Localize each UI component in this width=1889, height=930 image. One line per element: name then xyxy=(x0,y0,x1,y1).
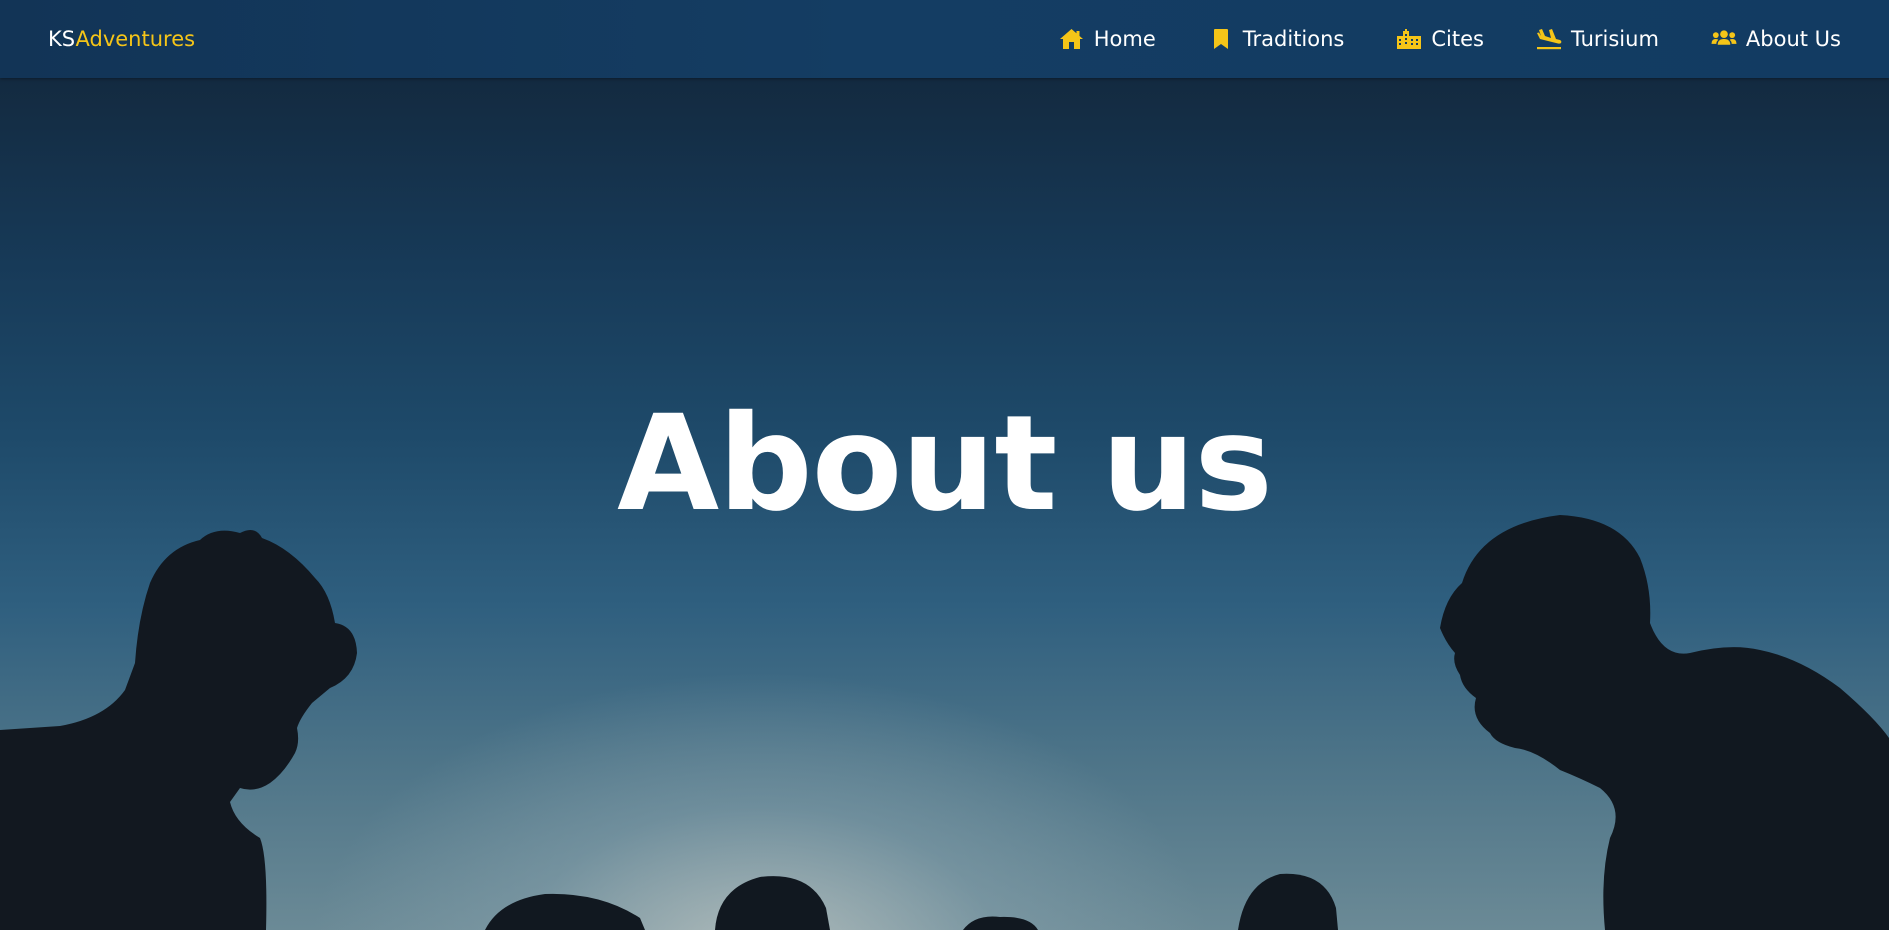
brand-logo[interactable]: KSAdventures xyxy=(48,27,195,51)
bottom-head-2 xyxy=(715,876,830,930)
users-icon xyxy=(1711,27,1737,51)
nav-item-about-us[interactable]: About Us xyxy=(1711,27,1841,51)
plane-arrival-icon xyxy=(1536,27,1562,51)
bottom-head-1 xyxy=(485,893,645,930)
page: KSAdventures Home Traditions Cites Turis… xyxy=(0,0,1889,930)
brand-text-adventures: Adventures xyxy=(75,27,196,51)
home-icon xyxy=(1059,27,1085,51)
brand-text-ks: KS xyxy=(48,27,76,51)
nav-item-home[interactable]: Home xyxy=(1059,27,1156,51)
navbar: KSAdventures Home Traditions Cites Turis… xyxy=(0,0,1889,78)
city-icon xyxy=(1396,27,1422,51)
nav-label-about-us: About Us xyxy=(1745,27,1841,51)
nav-item-traditions[interactable]: Traditions xyxy=(1208,27,1345,51)
nav-menu: Home Traditions Cites Turisium About Us xyxy=(1059,27,1841,51)
hero-section: About us xyxy=(0,78,1889,930)
nav-label-home: Home xyxy=(1093,27,1156,51)
nav-label-turisium: Turisium xyxy=(1570,27,1659,51)
bookmark-icon xyxy=(1208,27,1234,51)
hero-title: About us xyxy=(617,387,1273,541)
bottom-head-3 xyxy=(963,916,1038,930)
nav-item-cites[interactable]: Cites xyxy=(1396,27,1484,51)
nav-label-cites: Cites xyxy=(1431,27,1484,51)
nav-item-turisium[interactable]: Turisium xyxy=(1536,27,1659,51)
left-person-silhouette xyxy=(0,529,357,930)
nav-label-traditions: Traditions xyxy=(1242,27,1345,51)
right-person-silhouette xyxy=(1440,515,1889,930)
bottom-head-4 xyxy=(1238,873,1338,930)
